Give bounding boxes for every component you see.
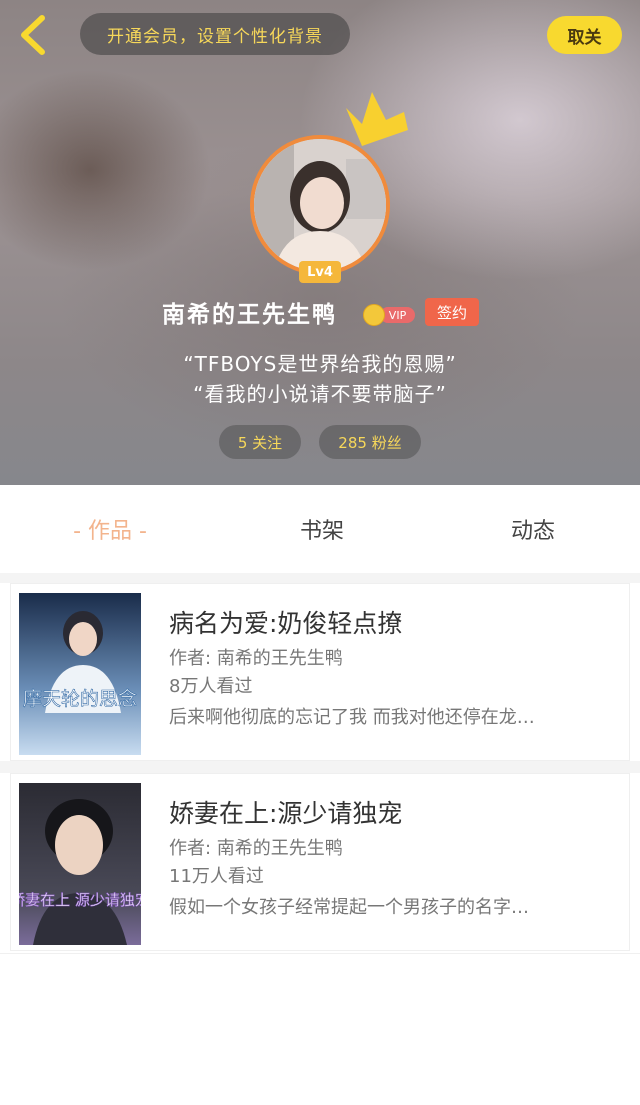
avatar-image xyxy=(254,139,386,271)
book-cover-image: 摩天轮的思念 xyxy=(19,593,141,755)
fans-count[interactable]: 285 粉丝 xyxy=(319,425,421,459)
book-cover: 娇妻在上 源少请独宠 xyxy=(19,783,141,945)
book-cover-image: 娇妻在上 源少请独宠 xyxy=(19,783,141,945)
vip-crown-icon xyxy=(363,304,385,326)
book-description: 假如一个女孩子经常提起一个男孩子的名字… xyxy=(169,897,529,918)
crown-icon xyxy=(346,92,408,146)
book-views: 8万人看过 xyxy=(169,676,253,697)
book-cover: 摩天轮的思念 xyxy=(19,593,141,755)
book-views: 11万人看过 xyxy=(169,866,264,887)
list-end-divider xyxy=(0,953,640,954)
book-card[interactable]: 摩天轮的思念 病名为爱:奶俊轻点撩 作者: 南希的王先生鸭 8万人看过 后来啊他… xyxy=(10,583,630,761)
profile-header: 开通会员，设置个性化背景 取关 Lv4 南希的王先生鸭 VIP 签约 “TFBO… xyxy=(0,0,640,485)
tab-works[interactable]: - 作品 - xyxy=(40,485,180,573)
tab-bookshelf[interactable]: 书架 xyxy=(262,485,382,573)
section-divider xyxy=(0,573,640,583)
level-badge: Lv4 xyxy=(299,261,341,283)
bio-line-1: “TFBOYS是世界给我的恩赐” xyxy=(183,352,457,376)
following-count[interactable]: 5 关注 xyxy=(219,425,301,459)
book-author: 作者: 南希的王先生鸭 xyxy=(169,838,343,859)
vip-upgrade-banner[interactable]: 开通会员，设置个性化背景 xyxy=(80,13,350,55)
book-title: 病名为爱:奶俊轻点撩 xyxy=(169,609,403,638)
vip-badge: VIP xyxy=(363,304,415,326)
back-arrow-icon[interactable] xyxy=(14,12,54,58)
avatar[interactable] xyxy=(250,135,390,275)
card-gap xyxy=(0,761,640,773)
bio-line-2: “看我的小说请不要带脑子” xyxy=(193,382,447,406)
book-title: 娇妻在上:源少请独宠 xyxy=(169,799,403,828)
book-description: 后来啊他彻底的忘记了我 而我对他还停在龙… xyxy=(169,707,535,728)
cover-title: 摩天轮的思念 xyxy=(23,687,137,710)
signed-author-badge: 签约 xyxy=(425,298,479,326)
unfollow-button[interactable]: 取关 xyxy=(547,16,622,54)
book-card[interactable]: 娇妻在上 源少请独宠 娇妻在上:源少请独宠 作者: 南希的王先生鸭 11万人看过… xyxy=(10,773,630,951)
vip-label: VIP xyxy=(380,307,415,323)
tab-feed[interactable]: 动态 xyxy=(473,485,593,573)
profile-tabs: - 作品 - 书架 动态 xyxy=(0,485,640,573)
username: 南希的王先生鸭 xyxy=(162,302,337,328)
cover-title: 娇妻在上 源少请独宠 xyxy=(19,891,141,909)
book-author: 作者: 南希的王先生鸭 xyxy=(169,648,343,669)
